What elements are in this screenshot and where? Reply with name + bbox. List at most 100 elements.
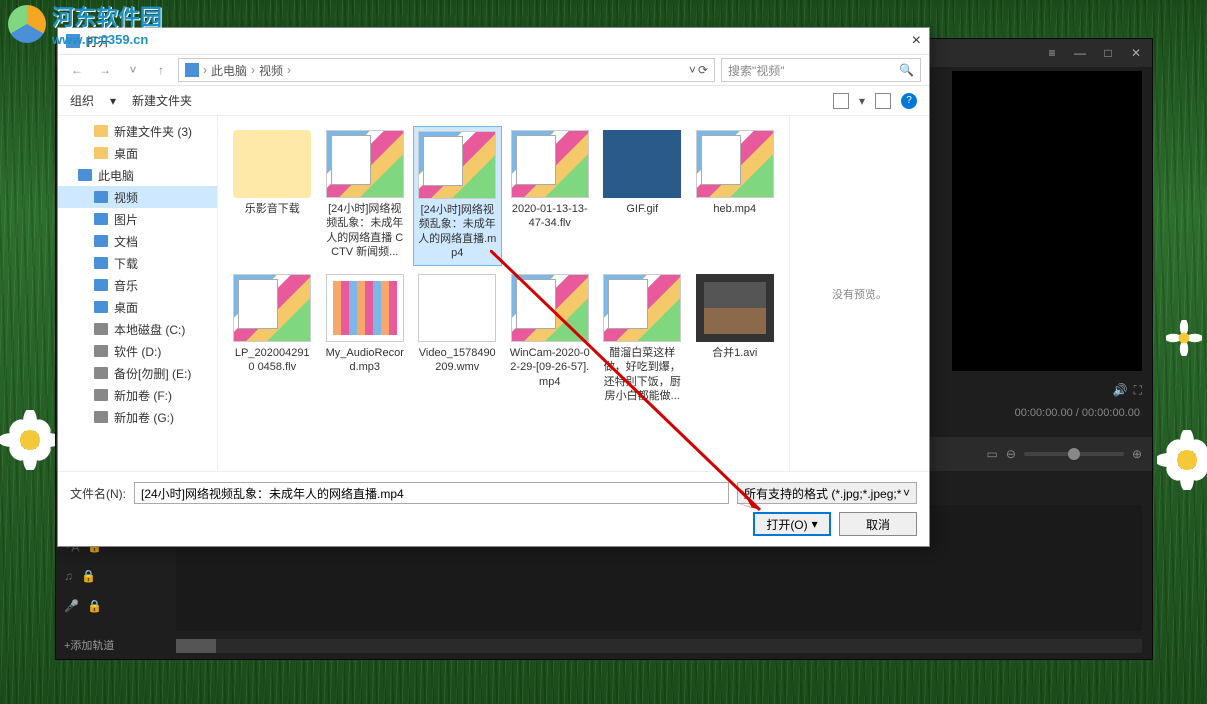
- volume-icon[interactable]: 🔊: [1113, 383, 1128, 397]
- folder-icon: [78, 169, 92, 181]
- file-name: heb.mp4: [713, 202, 756, 216]
- file-item[interactable]: [24小时]网络视频乱象：未成年人的网络直播.mp4: [413, 126, 502, 266]
- file-item[interactable]: WinCam-2020-02-29-[09-26-57].mp4: [506, 270, 595, 410]
- file-name: 醋溜白菜这样做，好吃到爆，还特别下饭，厨房小白都能做...: [602, 346, 683, 403]
- forward-button[interactable]: →: [94, 59, 116, 81]
- preview-panel: [952, 71, 1142, 371]
- file-type-filter[interactable]: 所有支持的格式 (*.jpg;*.jpeg;*˅: [737, 482, 917, 504]
- file-item[interactable]: 乐影音下载: [228, 126, 317, 266]
- lock-icon[interactable]: 🔒: [81, 569, 96, 583]
- file-name: WinCam-2020-02-29-[09-26-57].mp4: [510, 346, 591, 389]
- sidebar-item[interactable]: 新加卷 (G:): [58, 406, 217, 428]
- sidebar-item-label: 备份[勿删] (E:): [114, 365, 191, 382]
- minimize-button[interactable]: —: [1070, 43, 1090, 63]
- file-name: 乐影音下载: [245, 202, 300, 216]
- fit-icon[interactable]: ▭: [987, 447, 998, 461]
- file-thumbnail: [233, 274, 311, 342]
- close-button[interactable]: ×: [912, 32, 921, 50]
- horizontal-scrollbar[interactable]: [176, 639, 1142, 653]
- file-name: LP_2020042910 0458.flv: [232, 346, 313, 375]
- file-item[interactable]: [24小时]网络视频乱象：未成年人的网络直播 CCTV 新闻频...: [321, 126, 410, 266]
- folder-icon: [94, 279, 108, 291]
- filename-input[interactable]: [134, 482, 729, 504]
- watermark-logo-icon: [8, 5, 46, 43]
- folder-icon: [94, 301, 108, 313]
- add-track-button[interactable]: +添加轨道: [64, 637, 114, 653]
- zoom-slider[interactable]: [1024, 452, 1124, 456]
- sidebar-item[interactable]: 软件 (D:): [58, 340, 217, 362]
- zoom-out-icon[interactable]: ⊖: [1006, 447, 1016, 461]
- lock-icon[interactable]: 🔒: [87, 599, 102, 613]
- file-thumbnail: [696, 130, 774, 198]
- file-thumbnail: [511, 130, 589, 198]
- organize-menu[interactable]: 组织: [70, 92, 94, 109]
- sidebar-item[interactable]: 图片: [58, 208, 217, 230]
- sidebar-item[interactable]: 桌面: [58, 296, 217, 318]
- back-button[interactable]: ←: [66, 59, 88, 81]
- open-button[interactable]: 打开(O)▾: [753, 512, 831, 536]
- file-thumbnail: [418, 131, 496, 199]
- dialog-titlebar: 打开 ×: [58, 28, 929, 54]
- sidebar-item-label: 此电脑: [98, 167, 134, 184]
- sidebar-item-label: 软件 (D:): [114, 343, 161, 360]
- watermark: 河东软件园 www.pc0359.cn: [8, 0, 162, 47]
- file-item[interactable]: 合并1.avi: [691, 270, 780, 410]
- flower-decoration: [0, 410, 60, 470]
- timecode-display: 00:00:00.00 / 00:00:00.00: [1015, 407, 1140, 419]
- recent-dropdown[interactable]: ˅: [122, 59, 144, 81]
- sidebar-item[interactable]: 此电脑: [58, 164, 217, 186]
- sidebar-item[interactable]: 文档: [58, 230, 217, 252]
- sidebar-item-label: 新建文件夹 (3): [114, 123, 192, 140]
- file-thumbnail: [418, 274, 496, 342]
- sidebar-item-label: 图片: [114, 211, 138, 228]
- sidebar-item[interactable]: 音乐: [58, 274, 217, 296]
- file-name: [24小时]网络视频乱象：未成年人的网络直播.mp4: [418, 203, 497, 260]
- sidebar-item[interactable]: 下载: [58, 252, 217, 274]
- zoom-in-icon[interactable]: ⊕: [1132, 447, 1142, 461]
- preview-pane-icon[interactable]: [875, 93, 891, 109]
- sidebar-item-label: 桌面: [114, 299, 138, 316]
- sidebar-item[interactable]: 视频: [58, 186, 217, 208]
- file-name: GIF.gif: [626, 202, 658, 216]
- folder-tree[interactable]: 新建文件夹 (3)桌面此电脑视频图片文档下载音乐桌面本地磁盘 (C:)软件 (D…: [58, 116, 218, 471]
- file-item[interactable]: Video_1578490209.wmv: [413, 270, 502, 410]
- file-item[interactable]: My_AudioRecord.mp3: [321, 270, 410, 410]
- menu-icon[interactable]: ≡: [1042, 43, 1062, 63]
- breadcrumb-folder[interactable]: 视频: [259, 62, 283, 79]
- watermark-url: www.pc0359.cn: [52, 32, 162, 47]
- file-thumbnail: [326, 274, 404, 342]
- close-button[interactable]: ✕: [1126, 43, 1146, 63]
- up-button[interactable]: ↑: [150, 59, 172, 81]
- file-item[interactable]: 2020-01-13-13-47-34.flv: [506, 126, 595, 266]
- refresh-icon[interactable]: ⟳: [698, 63, 708, 77]
- new-folder-button[interactable]: 新建文件夹: [132, 92, 192, 109]
- folder-icon: [94, 411, 108, 423]
- cancel-button[interactable]: 取消: [839, 512, 917, 536]
- folder-icon: [94, 213, 108, 225]
- file-item[interactable]: 醋溜白菜这样做，好吃到爆，还特别下饭，厨房小白都能做...: [598, 270, 687, 410]
- fullscreen-icon[interactable]: ⛶: [1134, 383, 1142, 398]
- mic-track-icon[interactable]: 🎤: [64, 599, 79, 613]
- maximize-button[interactable]: □: [1098, 43, 1118, 63]
- file-item[interactable]: heb.mp4: [691, 126, 780, 266]
- watermark-site: 河东软件园: [52, 0, 162, 32]
- help-icon[interactable]: ?: [901, 93, 917, 109]
- file-item[interactable]: LP_2020042910 0458.flv: [228, 270, 317, 410]
- sidebar-item[interactable]: 本地磁盘 (C:): [58, 318, 217, 340]
- flower-decoration: [1166, 320, 1202, 356]
- view-options-icon[interactable]: [833, 93, 849, 109]
- sidebar-item[interactable]: 新加卷 (F:): [58, 384, 217, 406]
- search-input[interactable]: 搜索"视频" 🔍: [721, 58, 921, 82]
- sidebar-item[interactable]: 新建文件夹 (3): [58, 120, 217, 142]
- file-grid[interactable]: 乐影音下载 [24小时]网络视频乱象：未成年人的网络直播 CCTV 新闻频...[…: [218, 116, 789, 471]
- audio-track-icon[interactable]: ♫: [64, 569, 73, 583]
- file-thumbnail: [603, 130, 681, 198]
- sidebar-item[interactable]: 桌面: [58, 142, 217, 164]
- dialog-body: 新建文件夹 (3)桌面此电脑视频图片文档下载音乐桌面本地磁盘 (C:)软件 (D…: [58, 116, 929, 471]
- file-item[interactable]: GIF.gif: [598, 126, 687, 266]
- breadcrumb-pc[interactable]: 此电脑: [211, 62, 247, 79]
- folder-icon: [94, 235, 108, 247]
- sidebar-item[interactable]: 备份[勿删] (E:): [58, 362, 217, 384]
- dialog-toolbar: 组织▾ 新建文件夹 ▾ ?: [58, 86, 929, 116]
- breadcrumb[interactable]: › 此电脑 › 视频 › ˅⟳: [178, 58, 715, 82]
